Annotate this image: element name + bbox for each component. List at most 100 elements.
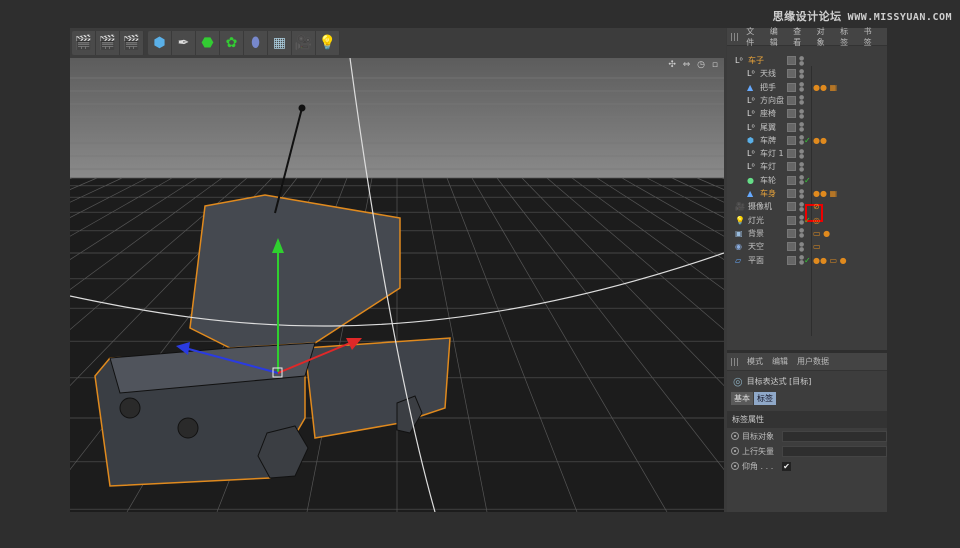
light-button[interactable]: 💡 [316, 31, 340, 55]
visibility-dots[interactable]: ● ● [799, 108, 804, 119]
viewport-nav-icons[interactable]: ✣ ⇔ ◷ ▫ [668, 60, 720, 70]
menu-0[interactable]: 文件 [746, 26, 760, 48]
object-row[interactable]: L⁰ 车灯 1 ● ● [727, 147, 887, 160]
visibility-dots[interactable]: ● ● [799, 82, 804, 93]
clapper-button[interactable]: 🎬 [72, 31, 96, 55]
grip-icon[interactable] [731, 32, 739, 41]
attribute-menu: 模式 编辑 用户数据 [727, 353, 887, 371]
layer-toggle[interactable] [787, 135, 796, 145]
pitch-checkbox[interactable]: ✔ [782, 461, 791, 471]
object-row[interactable]: ⬢ 车牌 ● ● ✓ ●● [727, 134, 887, 147]
tab-basic[interactable]: 基本 [731, 392, 753, 405]
null-icon: L⁰ [747, 149, 755, 159]
layer-toggle[interactable] [787, 95, 796, 105]
layer-toggle[interactable] [787, 255, 796, 265]
tag-icons[interactable]: ●● ▦ [813, 189, 837, 198]
menu-1[interactable]: 编辑 [770, 26, 784, 48]
tag-icons[interactable]: ●● ▭ ● [813, 256, 847, 265]
tag-icons[interactable]: ●● [813, 136, 827, 145]
target-object-input[interactable] [782, 430, 887, 442]
layer-toggle[interactable] [787, 175, 796, 185]
tag-icons[interactable]: ●● ▦ [813, 83, 837, 92]
menu-4[interactable]: 标签 [840, 26, 854, 48]
tag-icons[interactable]: ▭ ● [813, 229, 830, 238]
object-name: 车牌 [760, 135, 776, 145]
enabled-check-icon[interactable]: ✓ [804, 136, 811, 145]
object-row[interactable]: ▲ 把手 ● ● ●● ▦ [727, 81, 887, 94]
object-row[interactable]: ◉ 天空 ● ● ▭ [727, 240, 887, 253]
deformer-button[interactable]: ⬮ [244, 31, 268, 55]
object-row[interactable]: L⁰ 天线 ● ● [727, 67, 887, 80]
layer-toggle[interactable] [787, 69, 796, 79]
clapper-edit-button[interactable]: 🎬 [96, 31, 120, 55]
clapper-settings-button[interactable]: 🎬 [120, 31, 144, 55]
enabled-check-icon[interactable]: ✓ [804, 176, 811, 185]
layer-toggle[interactable] [787, 242, 796, 252]
menu-1[interactable]: 编辑 [772, 356, 788, 367]
camera-button[interactable]: 🎥 [292, 31, 316, 55]
object-row[interactable]: ▱ 平面 ● ● ✓ ●● ▭ ● [727, 254, 887, 267]
visibility-dots[interactable]: ● ● [799, 68, 804, 79]
object-row[interactable]: 🎥 摄像机 ● ● ⊘ [727, 200, 887, 213]
tab-tag[interactable]: 标签 [754, 392, 776, 405]
object-row[interactable]: ● 车轮 ● ● ✓ [727, 174, 887, 187]
visibility-dots[interactable]: ● ● [799, 188, 804, 199]
object-name: 车灯 [760, 162, 776, 172]
object-manager-menu: 文件 编辑 查看 对象 标签 书签 [727, 26, 887, 48]
visibility-dots[interactable]: ● ● [799, 201, 804, 212]
layer-toggle[interactable] [787, 109, 796, 119]
enabled-check-icon[interactable]: ✓ [804, 256, 811, 265]
array-button[interactable]: ✿ [220, 31, 244, 55]
tag-icons[interactable]: ⊘ [813, 202, 820, 211]
visibility-dots[interactable]: ● ● [799, 95, 804, 106]
layer-toggle[interactable] [787, 149, 796, 159]
layer-toggle[interactable] [787, 202, 796, 212]
object-row[interactable]: 💡 灯光 ● ● ✓ ◎ [727, 214, 887, 227]
up-vector-input[interactable] [782, 445, 887, 457]
3d-viewport[interactable]: ✣ ⇔ ◷ ▫ [70, 58, 724, 512]
object-row[interactable]: L⁰ 车灯 ● ● [727, 160, 887, 173]
animate-radio[interactable] [731, 462, 739, 470]
right-panel: 文件 编辑 查看 对象 标签 书签 L⁰ 车子 ● ● L⁰ 天线 ● ● ▲ 把手 ● ● ●… [727, 26, 887, 512]
layer-toggle[interactable] [787, 162, 796, 172]
visibility-dots[interactable]: ● ● [799, 122, 804, 133]
grip-icon[interactable] [731, 357, 739, 366]
menu-5[interactable]: 书签 [864, 26, 878, 48]
subdivision-button[interactable]: ⬣ [196, 31, 220, 55]
tag-icons[interactable]: ◎ [813, 216, 820, 225]
object-row[interactable]: ▲ 车身 ● ● ●● ▦ [727, 187, 887, 200]
visibility-dots[interactable]: ● ● [799, 228, 804, 239]
object-row[interactable]: L⁰ 座椅 ● ● [727, 107, 887, 120]
null-icon: L⁰ [735, 56, 743, 65]
target-tag-icon: ◎ [733, 375, 743, 388]
menu-2[interactable]: 用户数据 [797, 356, 829, 367]
object-name: 背景 [748, 228, 764, 238]
floor-button[interactable]: ▦ [268, 31, 292, 55]
object-row[interactable]: ▣ 背景 ● ● ▭ ● [727, 227, 887, 240]
object-row[interactable]: L⁰ 方向盘 ● ● [727, 94, 887, 107]
menu-0[interactable]: 模式 [747, 356, 763, 367]
visibility-dots[interactable]: ● ● [799, 148, 804, 159]
layer-toggle[interactable] [787, 189, 796, 198]
layer-toggle[interactable] [787, 82, 796, 92]
plane-icon: ▱ [735, 255, 742, 265]
animate-radio[interactable] [731, 432, 739, 440]
layer-toggle[interactable] [787, 228, 796, 238]
object-row[interactable]: L⁰ 车子 ● ● [727, 54, 887, 67]
tag-icons[interactable]: ▭ [813, 242, 821, 251]
layer-toggle[interactable] [787, 56, 796, 65]
menu-3[interactable]: 对象 [817, 26, 831, 48]
clapper-edit-icon: 🎬 [98, 35, 117, 51]
cube-icon: ⬢ [153, 35, 166, 51]
cube-button[interactable]: ⬢ [148, 31, 172, 55]
visibility-dots[interactable]: ● ● [799, 241, 804, 252]
visibility-dots[interactable]: ● ● [799, 55, 804, 66]
enabled-check-icon[interactable]: ✓ [804, 216, 811, 225]
layer-toggle[interactable] [787, 215, 796, 225]
animate-radio[interactable] [731, 447, 739, 455]
layer-toggle[interactable] [787, 122, 796, 132]
object-row[interactable]: L⁰ 尾翼 ● ● [727, 121, 887, 134]
visibility-dots[interactable]: ● ● [799, 161, 804, 172]
menu-2[interactable]: 查看 [793, 26, 807, 48]
pen-button[interactable]: ✒ [172, 31, 196, 55]
